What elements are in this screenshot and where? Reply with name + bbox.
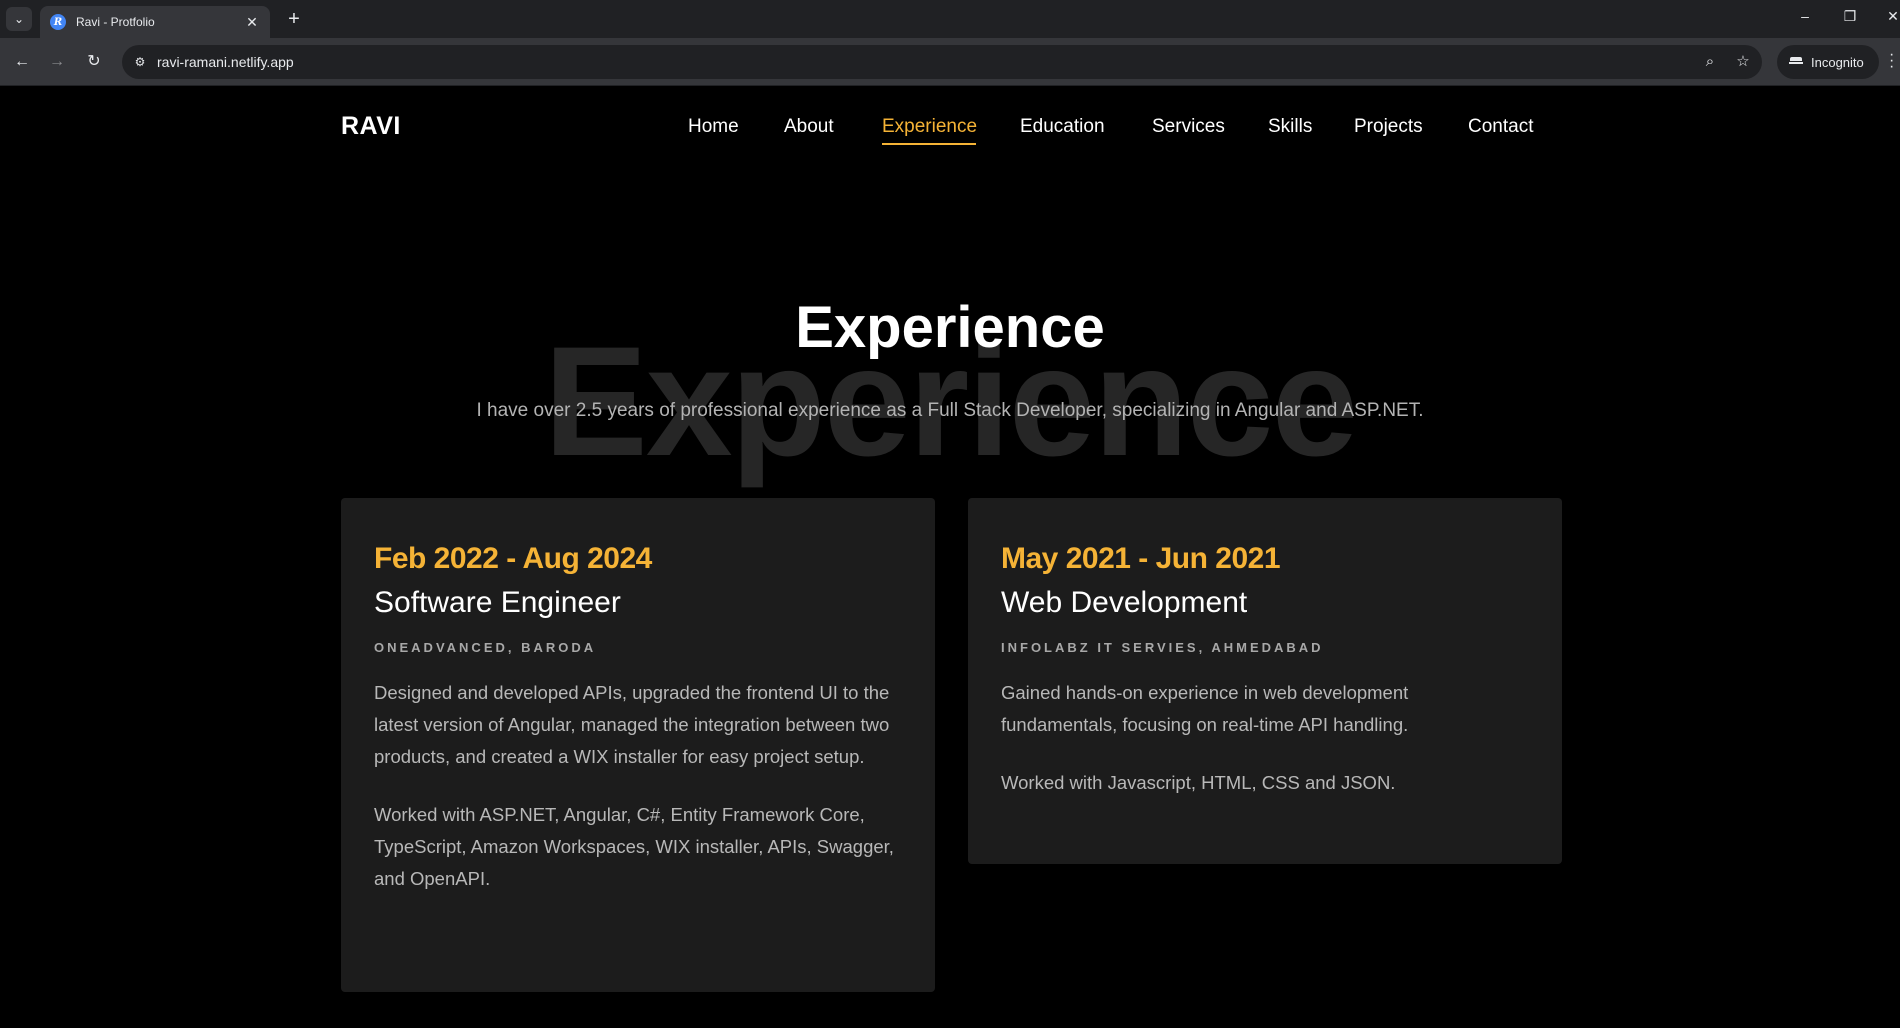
tab-search-chevron-icon[interactable]: ⌄ [6,7,32,31]
incognito-label: Incognito [1811,54,1864,70]
nav-link-home[interactable]: Home [688,116,739,138]
active-nav-underline [882,143,976,145]
minimize-icon[interactable]: – [1795,8,1815,24]
experience-card: Feb 2022 - Aug 2024 Software Engineer ON… [341,498,935,992]
section-title: Experience [795,295,1105,360]
nav-link-about[interactable]: About [784,116,834,138]
incognito-badge[interactable]: Incognito [1777,45,1879,79]
site-favicon-icon: R [50,14,66,30]
nav-link-projects[interactable]: Projects [1354,116,1423,138]
experience-role: Web Development [1001,586,1248,619]
tab-title: Ravi - Protfolio [76,15,155,29]
browser-tab-bar: ⌄ R Ravi - Protfolio ✕ + – ❐ ✕ [0,0,1900,38]
experience-role: Software Engineer [374,586,621,619]
restore-window-icon[interactable]: ❐ [1840,8,1860,25]
site-info-icon[interactable]: ⚙ [130,52,150,72]
experience-company: ONEADVANCED, BARODA [374,640,597,655]
experience-tech: Worked with ASP.NET, Angular, C#, Entity… [374,804,894,889]
site-logo[interactable]: RAVI [341,112,401,141]
nav-link-skills[interactable]: Skills [1268,116,1312,138]
nav-link-education[interactable]: Education [1020,116,1105,138]
experience-date: Feb 2022 - Aug 2024 [374,542,652,575]
browser-menu-icon[interactable]: · · · [1889,47,1899,75]
experience-company: INFOLABZ IT SERVIES, AHMEDABAD [1001,640,1324,655]
experience-tech: Worked with Javascript, HTML, CSS and JS… [1001,772,1396,793]
experience-description: Gained hands-on experience in web develo… [1001,682,1409,735]
experience-card: May 2021 - Jun 2021 Web Development INFO… [968,498,1562,864]
zoom-icon[interactable]: ⌕ [1700,52,1720,72]
page-content: RAVI Home About Experience Education Ser… [0,86,1900,1028]
nav-link-contact[interactable]: Contact [1468,116,1533,138]
address-bar[interactable]: ⚙ ravi-ramani.netlify.app ⌕ ☆ [122,45,1762,79]
tab-close-icon[interactable]: ✕ [244,14,260,31]
new-tab-plus-icon[interactable]: + [282,8,306,30]
browser-tab[interactable]: R Ravi - Protfolio ✕ [40,6,270,38]
reload-icon[interactable]: ↻ [82,50,106,74]
forward-arrow-icon[interactable]: → [45,50,69,74]
section-subtitle: I have over 2.5 years of professional ex… [476,400,1424,421]
close-window-icon[interactable]: ✕ [1883,8,1900,25]
back-arrow-icon[interactable]: ← [10,50,34,74]
url-text[interactable]: ravi-ramani.netlify.app [157,54,294,70]
browser-toolbar: ← → ↻ ⚙ ravi-ramani.netlify.app ⌕ ☆ Inco… [0,38,1900,86]
incognito-icon [1789,57,1803,67]
nav-link-services[interactable]: Services [1152,116,1225,138]
bookmark-star-icon[interactable]: ☆ [1733,52,1753,72]
experience-date: May 2021 - Jun 2021 [1001,542,1281,575]
experience-description: Designed and developed APIs, upgraded th… [374,682,890,767]
nav-link-experience[interactable]: Experience [882,116,977,138]
